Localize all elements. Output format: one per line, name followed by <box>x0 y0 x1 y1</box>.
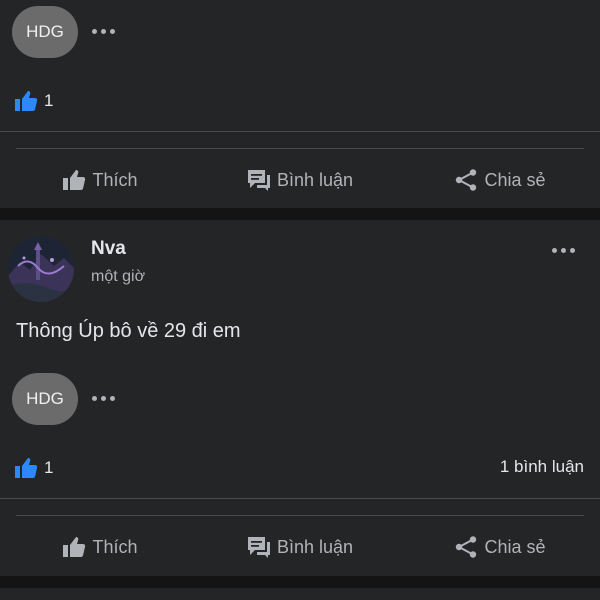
divider <box>0 131 600 132</box>
more-dots-icon[interactable] <box>552 248 575 253</box>
post-timestamp[interactable]: một giờ <box>91 268 145 286</box>
post-text: Thông Úp bô về 29 đi em <box>16 320 241 342</box>
chip-label: HDG <box>26 389 64 408</box>
share-button[interactable]: Chia sẻ <box>400 535 600 559</box>
thumbs-up-icon <box>63 537 86 557</box>
action-bar: Thích Bình luận Chia sẻ <box>0 517 600 577</box>
more-dots-icon[interactable] <box>92 29 115 34</box>
avatar-image <box>8 236 74 302</box>
share-button[interactable]: Chia sẻ <box>400 168 600 192</box>
comment-bubble-icon <box>247 170 270 191</box>
comment-count[interactable]: 1 bình luận <box>500 457 584 477</box>
post-card: Nva một giờ Thông Úp bô về 29 đi em HDG … <box>0 220 600 576</box>
comment-button[interactable]: Bình luận <box>200 169 400 191</box>
like-label: Thích <box>92 536 138 557</box>
like-label: Thích <box>92 169 138 190</box>
post-card: HDG 1 Thích Bình luận Chia sẻ <box>0 0 600 208</box>
share-icon <box>456 169 477 191</box>
thumbs-up-icon <box>63 170 86 190</box>
like-button[interactable]: Thích <box>0 536 200 558</box>
divider <box>16 515 584 516</box>
share-label: Chia sẻ <box>484 536 546 557</box>
share-label: Chia sẻ <box>484 169 546 190</box>
share-icon <box>456 536 477 558</box>
more-dots-icon[interactable] <box>92 396 115 401</box>
comment-button[interactable]: Bình luận <box>200 536 400 558</box>
reaction-summary[interactable]: 1 <box>14 90 53 112</box>
divider <box>16 148 584 149</box>
chip-label: HDG <box>26 22 64 41</box>
action-bar: Thích Bình luận Chia sẻ <box>0 150 600 210</box>
divider <box>0 498 600 499</box>
avatar[interactable] <box>8 236 74 302</box>
comment-label: Bình luận <box>276 169 354 190</box>
post-author-name[interactable]: Nva <box>91 238 126 260</box>
like-count: 1 <box>44 91 54 110</box>
comment-author-chip[interactable]: HDG <box>12 6 78 58</box>
comment-label: Bình luận <box>276 536 354 557</box>
like-reaction-icon <box>15 91 38 111</box>
comment-author-chip[interactable]: HDG <box>12 373 78 425</box>
like-button[interactable]: Thích <box>0 169 200 191</box>
reaction-summary[interactable]: 1 <box>14 457 53 479</box>
like-count: 1 <box>44 458 54 477</box>
post-card <box>0 588 600 600</box>
like-reaction-icon <box>15 458 38 478</box>
comment-bubble-icon <box>247 537 270 558</box>
